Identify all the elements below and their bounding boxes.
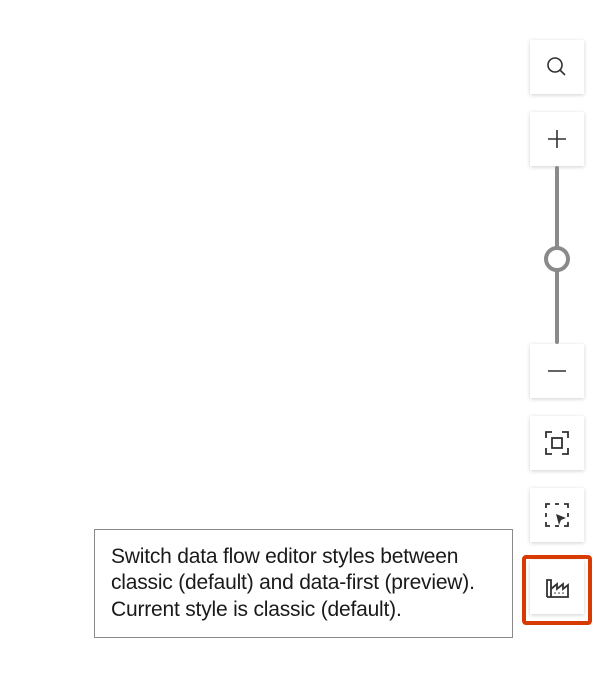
switch-editor-style-button[interactable] [530, 560, 584, 614]
factory-icon [544, 574, 570, 600]
zoom-out-button[interactable] [530, 344, 584, 398]
zoom-slider-track[interactable] [555, 166, 559, 344]
select-area-button[interactable] [530, 488, 584, 542]
fit-to-screen-button[interactable] [530, 416, 584, 470]
zoom-group [530, 112, 584, 398]
select-area-icon [544, 502, 570, 528]
zoom-slider-handle[interactable] [544, 246, 570, 272]
tooltip-text: Switch data flow editor styles between c… [111, 545, 475, 621]
canvas-toolbar [530, 40, 584, 614]
search-icon [545, 55, 569, 79]
plus-icon [545, 127, 569, 151]
search-button[interactable] [530, 40, 584, 94]
zoom-in-button[interactable] [530, 112, 584, 166]
view-tools-group [530, 416, 584, 614]
tooltip: Switch data flow editor styles between c… [94, 529, 513, 638]
minus-icon [545, 359, 569, 383]
fit-screen-icon [544, 430, 570, 456]
